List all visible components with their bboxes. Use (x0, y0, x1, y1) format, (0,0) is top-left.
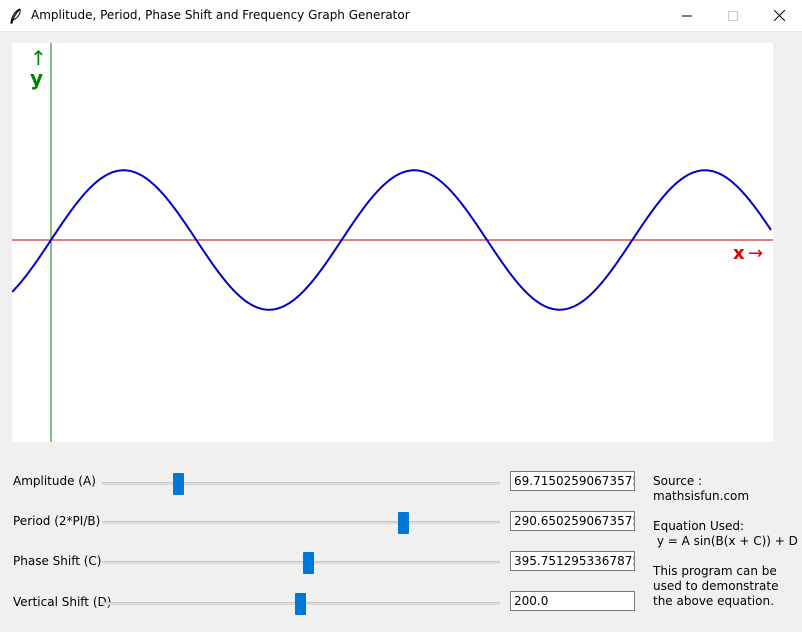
slider-track (102, 521, 500, 524)
phase-shift-label: Phase Shift (C) (13, 554, 102, 568)
period-slider[interactable] (102, 512, 500, 534)
period-value-field[interactable]: 290.6502590673575 (510, 511, 635, 531)
vertical-shift-label: Vertical Shift (D) (13, 595, 112, 609)
equation-text: Equation Used: y = A sin(B(x + C)) + D (653, 519, 798, 548)
x-axis-arrow: → (748, 243, 763, 264)
slider-track (102, 482, 500, 485)
amplitude-slider[interactable] (102, 473, 500, 495)
slider-thumb[interactable] (302, 552, 314, 574)
slider-thumb[interactable] (172, 473, 184, 495)
feather-icon (10, 8, 21, 24)
maximize-icon (728, 10, 738, 21)
close-button[interactable] (756, 0, 802, 31)
window-title: Amplitude, Period, Phase Shift and Frequ… (31, 8, 410, 22)
slider-track (102, 561, 500, 564)
description-text: This program can be used to demonstrate … (653, 564, 779, 608)
x-axis-label: x (733, 243, 745, 264)
amplitude-value-field[interactable]: 69.71502590673575 (510, 471, 635, 491)
minimize-button[interactable] (664, 0, 710, 31)
slider-thumb[interactable] (295, 593, 307, 615)
vertical-shift-value-field[interactable]: 200.0 (510, 591, 635, 611)
source-text: Source : mathsisfun.com (653, 474, 750, 503)
close-icon (773, 10, 785, 21)
y-axis-label: y (30, 66, 43, 90)
slider-thumb[interactable] (398, 512, 410, 534)
phase-shift-value-field[interactable]: 395.75129533678756 (510, 551, 635, 571)
graph-canvas: ↑ y x → (11, 43, 773, 442)
phase-shift-slider[interactable] (102, 552, 500, 574)
graph-svg: ↑ y x → (11, 43, 773, 442)
amplitude-label: Amplitude (A) (13, 474, 96, 488)
title-bar: Amplitude, Period, Phase Shift and Frequ… (0, 0, 802, 32)
period-label: Period (2*PI/B) (13, 514, 101, 528)
minimize-icon (682, 15, 692, 16)
vertical-shift-slider[interactable] (102, 593, 500, 615)
maximize-button[interactable] (710, 0, 756, 31)
